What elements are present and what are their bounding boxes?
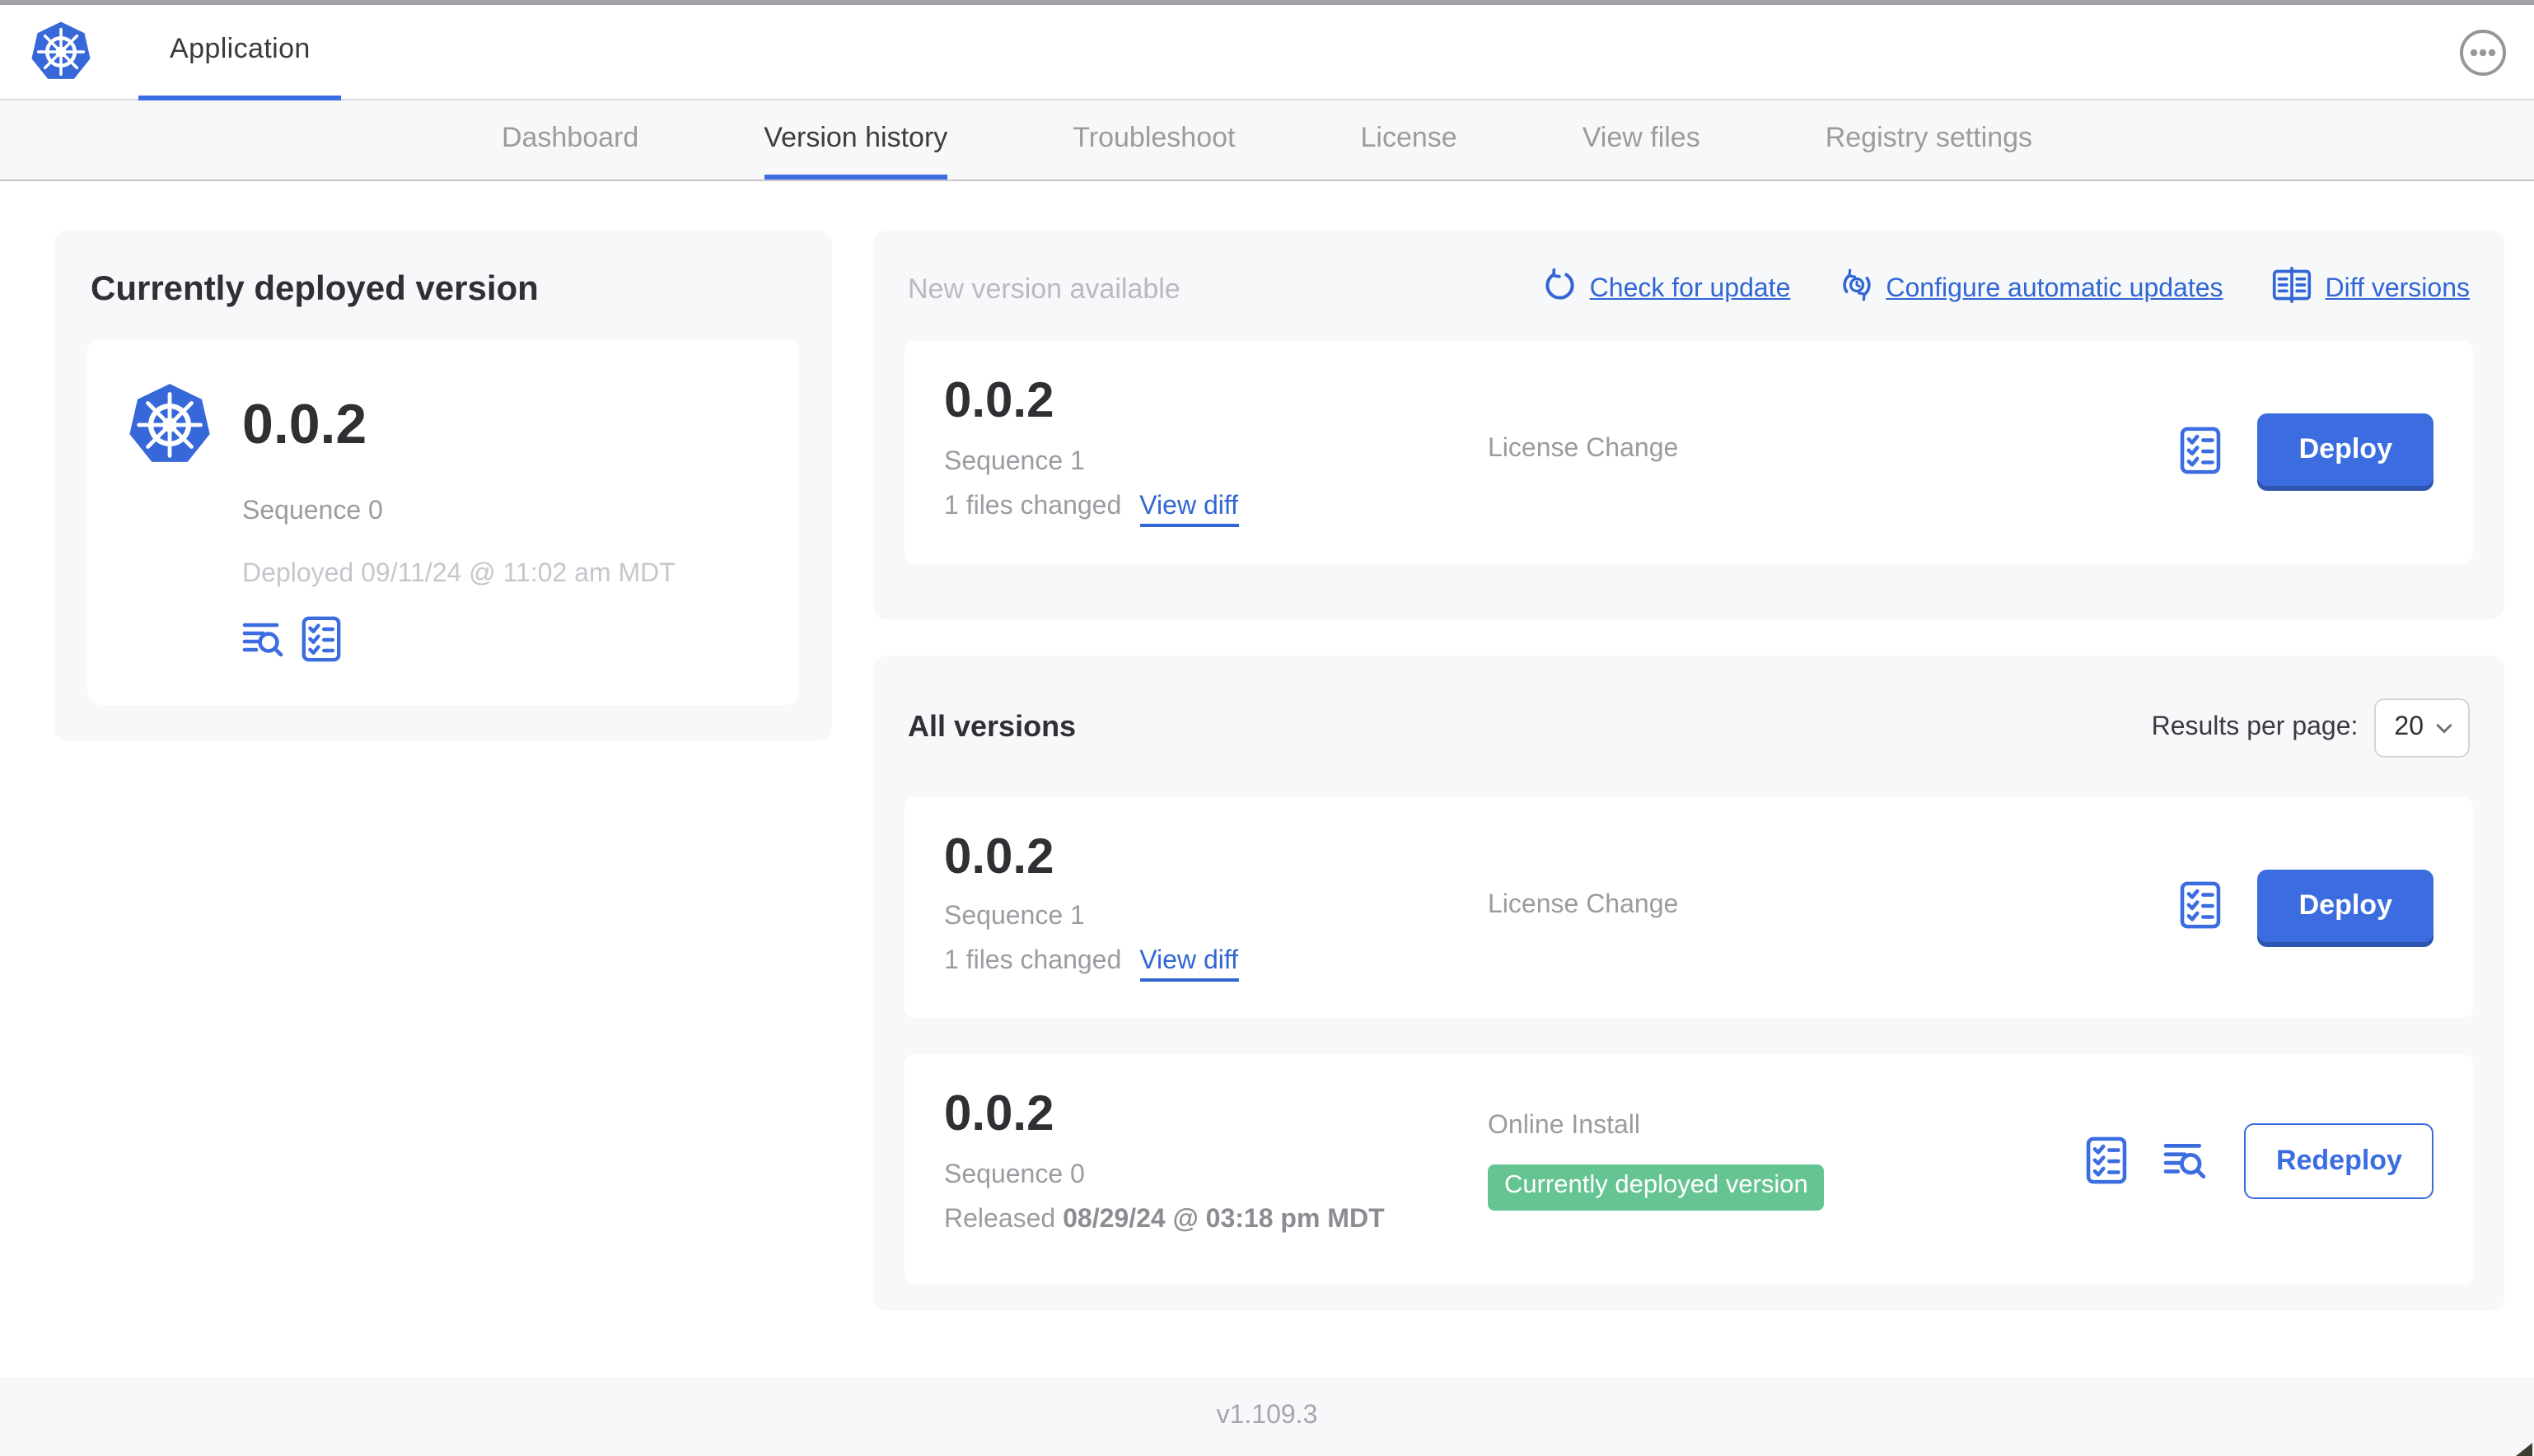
tab-dashboard[interactable]: Dashboard <box>502 100 638 180</box>
link-label: Configure automatic updates <box>1886 274 2223 302</box>
preflight-checks-icon[interactable] <box>2181 882 2222 930</box>
kubernetes-logo-icon <box>127 379 213 471</box>
tab-view-files[interactable]: View files <box>1583 100 1700 180</box>
version-source: License Change <box>1488 435 1679 464</box>
deployed-version-card: 0.0.2 Sequence 0 Deployed 09/11/24 @ 11:… <box>87 339 799 705</box>
version-number: 0.0.2 <box>944 1087 1054 1141</box>
auto-update-icon <box>1840 268 1872 310</box>
check-for-update-link[interactable]: Check for update <box>1544 268 1791 310</box>
tab-license[interactable]: License <box>1361 100 1457 180</box>
tab-label: Troubleshoot <box>1073 121 1236 152</box>
tab-troubleshoot[interactable]: Troubleshoot <box>1073 100 1235 180</box>
released-label: Released <box>944 1205 1056 1233</box>
kubernetes-logo-icon <box>30 18 92 86</box>
diff-icon <box>2273 267 2312 311</box>
configure-automatic-updates-link[interactable]: Configure automatic updates <box>1840 268 2223 310</box>
version-number: 0.0.2 <box>944 374 1054 428</box>
app-subnav: Dashboard Version history Troubleshoot L… <box>0 100 2534 181</box>
cursor-artifact <box>2516 1443 2532 1456</box>
preflight-checks-icon[interactable] <box>2181 427 2222 474</box>
deploy-logs-icon[interactable] <box>2164 1141 2209 1182</box>
version-row: 0.0.2 Sequence 0 Released 08/29/24 @ 03:… <box>905 1054 2473 1284</box>
version-sequence: Sequence 0 <box>944 1160 1085 1188</box>
tab-application[interactable]: Application <box>138 4 342 100</box>
deploy-button[interactable]: Deploy <box>2257 413 2433 487</box>
version-source: License Change <box>1488 890 1679 919</box>
all-versions-panel: All versions Results per page: 20 0.0.2 … <box>873 655 2504 1310</box>
app-header: Application <box>0 5 2534 100</box>
view-diff-link[interactable]: View diff <box>1139 947 1239 982</box>
version-sequence: Sequence 1 <box>944 903 1085 931</box>
tab-label: Version history <box>764 121 948 152</box>
released-date: 08/29/24 @ 03:18 pm MDT <box>1063 1205 1385 1233</box>
version-source: Online Install <box>1488 1111 1640 1140</box>
released-timestamp: Released 08/29/24 @ 03:18 pm MDT <box>944 1205 1488 1234</box>
app-tab-label: Application <box>170 33 311 64</box>
deployed-timestamp: Deployed 09/11/24 @ 11:02 am MDT <box>242 560 676 588</box>
preflight-checks-icon[interactable] <box>2087 1137 2128 1185</box>
deployed-version-number: 0.0.2 <box>242 393 367 455</box>
deploy-logs-icon[interactable] <box>242 619 285 659</box>
deploy-button[interactable]: Deploy <box>2257 869 2433 942</box>
tab-label: Registry settings <box>1825 121 2033 152</box>
files-changed-label: 1 files changed <box>944 492 1122 520</box>
results-per-page-select[interactable]: 20 <box>2374 698 2470 757</box>
right-column: New version available Check for update C… <box>873 231 2504 1310</box>
currently-deployed-badge: Currently deployed version <box>1488 1164 1825 1211</box>
console-version: v1.109.3 <box>1216 1402 1318 1430</box>
view-diff-link[interactable]: View diff <box>1139 492 1239 526</box>
tab-label: Dashboard <box>501 121 639 152</box>
tab-version-history[interactable]: Version history <box>764 100 948 180</box>
main-content: Currently deployed version 0.0.2 Sequenc… <box>0 181 2534 1311</box>
more-menu-button[interactable] <box>2458 27 2508 77</box>
diff-versions-link[interactable]: Diff versions <box>2273 267 2470 311</box>
chevron-down-icon <box>2435 712 2453 742</box>
new-version-row: 0.0.2 Sequence 1 1 files changed View di… <box>905 341 2473 562</box>
app-footer: v1.109.3 <box>0 1377 2534 1456</box>
results-per-page-value: 20 <box>2394 712 2424 740</box>
deployed-sequence: Sequence 0 <box>242 497 383 525</box>
new-version-title: New version available <box>908 273 1181 304</box>
tab-label: View files <box>1582 121 1700 152</box>
application-window: Application Dashboard Version history Tr… <box>0 0 2534 1456</box>
version-row: 0.0.2 Sequence 1 1 files changed View di… <box>905 796 2473 1018</box>
new-version-panel: New version available Check for update C… <box>873 231 2504 618</box>
results-per-page-label: Results per page: <box>2151 712 2359 740</box>
currently-deployed-card: Currently deployed version 0.0.2 Sequenc… <box>54 231 832 741</box>
version-sequence: Sequence 1 <box>944 447 1085 475</box>
redeploy-button[interactable]: Redeploy <box>2244 1122 2433 1199</box>
currently-deployed-title: Currently deployed version <box>91 270 539 308</box>
tab-label: License <box>1360 121 1457 152</box>
files-changed-label: 1 files changed <box>944 947 1122 975</box>
refresh-icon <box>1544 268 1577 310</box>
preflight-checks-icon[interactable] <box>302 616 341 662</box>
all-versions-title: All versions <box>908 710 1077 743</box>
link-label: Check for update <box>1589 274 1791 302</box>
link-label: Diff versions <box>2325 274 2470 302</box>
version-number: 0.0.2 <box>944 829 1054 884</box>
tab-registry-settings[interactable]: Registry settings <box>1826 100 2032 180</box>
